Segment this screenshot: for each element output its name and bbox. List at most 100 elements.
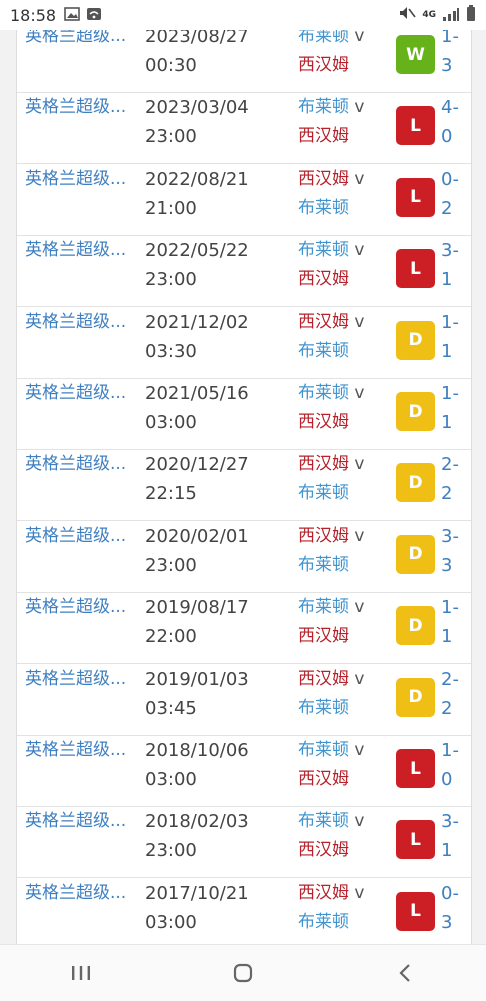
match-teams: 西汉姆 v 布莱顿 xyxy=(298,308,364,366)
result-badge: D xyxy=(396,677,435,717)
score-bottom: 1 xyxy=(441,626,453,648)
match-score-link[interactable]: 0- 3 xyxy=(441,879,459,937)
away-team-link[interactable]: 布莱顿 xyxy=(298,551,364,580)
away-team-link[interactable]: 西汉姆 xyxy=(298,765,364,794)
match-datetime: 2022/05/22 23:00 xyxy=(145,236,249,294)
status-time: 18:58 xyxy=(10,5,57,25)
match-score-link[interactable]: 1- 1 xyxy=(441,308,459,366)
competition-link[interactable]: 英格兰超级... xyxy=(25,593,126,621)
match-score-link[interactable]: 1- 1 xyxy=(441,593,459,651)
match-time: 22:00 xyxy=(145,626,197,648)
match-row[interactable]: 英格兰超级... 2018/10/06 03:00 布莱顿 v 西汉姆 L 1- 0 xyxy=(17,736,471,807)
match-row[interactable]: 英格兰超级... 2022/05/22 23:00 布莱顿 v 西汉姆 L 3- 1 xyxy=(17,236,471,308)
home-team-link[interactable]: 布莱顿 xyxy=(298,240,349,260)
recents-button[interactable] xyxy=(51,953,111,993)
match-row[interactable]: 英格兰超级... 2020/02/01 23:00 西汉姆 v 布莱顿 D 3- 3 xyxy=(17,522,471,593)
away-team-link[interactable]: 布莱顿 xyxy=(298,194,364,223)
competition-link[interactable]: 英格兰超级... xyxy=(25,165,126,193)
home-team-link[interactable]: 布莱顿 xyxy=(298,97,349,117)
home-team-link[interactable]: 布莱顿 xyxy=(298,740,349,760)
match-score-link[interactable]: 2- 2 xyxy=(441,665,459,723)
home-team-link[interactable]: 布莱顿 xyxy=(298,597,349,617)
match-score-link[interactable]: 3- 1 xyxy=(441,236,459,294)
match-row[interactable]: 英格兰超级... 2017/10/21 03:00 西汉姆 v 布莱顿 L 0- 3 xyxy=(17,879,471,944)
match-time: 03:30 xyxy=(145,340,197,362)
signal-icon xyxy=(442,6,460,25)
score-bottom: 1 xyxy=(441,269,453,291)
versus-label: v xyxy=(354,240,365,261)
away-team-link[interactable]: 西汉姆 xyxy=(298,622,364,651)
match-row[interactable]: 英格兰超级... 2023/03/04 23:00 布莱顿 v 西汉姆 L 4- 0 xyxy=(17,93,471,165)
home-team-link[interactable]: 西汉姆 xyxy=(298,169,349,189)
match-row[interactable]: 英格兰超级... 2021/05/16 03:00 布莱顿 v 西汉姆 D 1- 1 xyxy=(17,379,471,450)
competition-link[interactable]: 英格兰超级... xyxy=(25,879,126,907)
match-row[interactable]: 英格兰超级... 2018/02/03 23:00 布莱顿 v 西汉姆 L 3- 1 xyxy=(17,807,471,879)
away-team-link[interactable]: 布莱顿 xyxy=(298,694,364,723)
competition-link[interactable]: 英格兰超级... xyxy=(25,236,126,264)
home-team-link[interactable]: 西汉姆 xyxy=(298,883,349,903)
match-row[interactable]: 英格兰超级... 2019/01/03 03:45 西汉姆 v 布莱顿 D 2- 2 xyxy=(17,665,471,736)
navigation-bar xyxy=(0,944,486,1001)
match-teams: 布莱顿 v 西汉姆 xyxy=(298,593,364,651)
match-score-link[interactable]: 0- 2 xyxy=(441,165,459,223)
away-team-link[interactable]: 西汉姆 xyxy=(298,408,364,437)
match-score-link[interactable]: 1- 3 xyxy=(441,30,459,80)
competition-link[interactable]: 英格兰超级... xyxy=(25,379,126,407)
match-time: 23:00 xyxy=(145,554,197,576)
score-bottom: 3 xyxy=(441,55,453,76)
away-team-link[interactable]: 西汉姆 xyxy=(298,836,364,865)
match-score-link[interactable]: 3- 1 xyxy=(441,807,459,865)
back-button[interactable] xyxy=(375,953,435,993)
score-top: 0- xyxy=(441,168,459,190)
home-team-link[interactable]: 西汉姆 xyxy=(298,454,349,474)
score-top: 4- xyxy=(441,97,459,119)
away-team-link[interactable]: 布莱顿 xyxy=(298,908,364,937)
home-button[interactable] xyxy=(213,953,273,993)
score-top: 0- xyxy=(441,882,459,904)
home-team-link[interactable]: 西汉姆 xyxy=(298,526,349,546)
home-team-link[interactable]: 布莱顿 xyxy=(298,383,349,403)
away-team-link[interactable]: 布莱顿 xyxy=(298,479,364,508)
match-row[interactable]: 英格兰超级... 2022/08/21 21:00 西汉姆 v 布莱顿 L 0- 2 xyxy=(17,165,471,236)
competition-link[interactable]: 英格兰超级... xyxy=(25,93,126,121)
match-date: 2021/12/02 xyxy=(145,311,249,333)
match-score-link[interactable]: 2- 2 xyxy=(441,450,459,508)
away-team-link[interactable]: 西汉姆 xyxy=(298,51,364,80)
match-date: 2018/10/06 xyxy=(145,740,249,761)
match-score-link[interactable]: 4- 0 xyxy=(441,93,459,151)
match-time: 23:00 xyxy=(145,269,197,291)
competition-link[interactable]: 英格兰超级... xyxy=(25,522,126,550)
match-date: 2019/08/17 xyxy=(145,597,249,619)
away-team-link[interactable]: 西汉姆 xyxy=(298,265,364,294)
away-team-link[interactable]: 西汉姆 xyxy=(298,122,364,151)
score-top: 3- xyxy=(441,525,459,547)
match-datetime: 2017/10/21 03:00 xyxy=(145,879,249,937)
competition-link[interactable]: 英格兰超级... xyxy=(25,665,126,693)
versus-label: v xyxy=(354,882,365,903)
match-time: 03:45 xyxy=(145,697,197,719)
score-bottom: 1 xyxy=(441,412,453,433)
away-team-link[interactable]: 布莱顿 xyxy=(298,337,364,366)
match-history-list[interactable]: 英格兰超级... 2023/08/27 00:30 布莱顿 v 西汉姆 W 1- 3 英格兰超级… xyxy=(16,30,472,944)
competition-link[interactable]: 英格兰超级... xyxy=(25,450,126,478)
versus-label: v xyxy=(354,740,365,760)
match-time: 22:15 xyxy=(145,483,197,505)
competition-link[interactable]: 英格兰超级... xyxy=(25,30,126,50)
match-row[interactable]: 英格兰超级... 2021/12/02 03:30 西汉姆 v 布莱顿 D 1- 1 xyxy=(17,308,471,379)
score-bottom: 3 xyxy=(441,911,453,933)
match-score-link[interactable]: 1- 1 xyxy=(441,379,459,437)
home-team-link[interactable]: 西汉姆 xyxy=(298,669,349,689)
competition-link[interactable]: 英格兰超级... xyxy=(25,736,126,764)
match-row[interactable]: 英格兰超级... 2023/08/27 00:30 布莱顿 v 西汉姆 W 1- 3 xyxy=(17,30,471,93)
competition-link[interactable]: 英格兰超级... xyxy=(25,807,126,835)
home-team-link[interactable]: 布莱顿 xyxy=(298,30,349,46)
competition-link[interactable]: 英格兰超级... xyxy=(25,308,126,336)
match-score-link[interactable]: 1- 0 xyxy=(441,736,459,794)
match-score-link[interactable]: 3- 3 xyxy=(441,522,459,580)
home-team-link[interactable]: 西汉姆 xyxy=(298,312,349,332)
match-row[interactable]: 英格兰超级... 2020/12/27 22:15 西汉姆 v 布莱顿 D 2- 2 xyxy=(17,450,471,522)
match-row[interactable]: 英格兰超级... 2019/08/17 22:00 布莱顿 v 西汉姆 D 1- 1 xyxy=(17,593,471,665)
home-team-link[interactable]: 布莱顿 xyxy=(298,811,349,831)
result-badge: L xyxy=(396,820,435,860)
score-bottom: 0 xyxy=(441,769,453,790)
